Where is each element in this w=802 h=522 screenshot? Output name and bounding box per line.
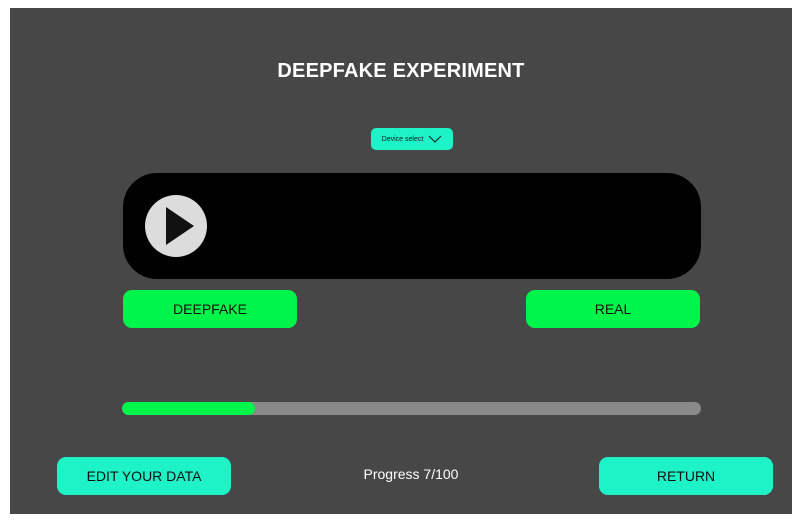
- chevron-down-icon: [428, 135, 442, 143]
- play-icon[interactable]: [144, 194, 208, 258]
- return-button[interactable]: RETURN: [599, 457, 773, 495]
- real-button[interactable]: REAL: [526, 290, 700, 328]
- video-player: [123, 173, 701, 279]
- edit-data-button[interactable]: EDIT YOUR DATA: [57, 457, 231, 495]
- progress-bar-fill: [122, 402, 256, 415]
- device-select-dropdown[interactable]: Device select: [371, 128, 453, 150]
- deepfake-button[interactable]: DEEPFAKE: [123, 290, 297, 328]
- progress-bar: [122, 402, 701, 415]
- device-select-label: Device select: [381, 135, 424, 143]
- page-title: DEEPFAKE EXPERIMENT: [277, 60, 525, 82]
- progress-label: Progress 7/100: [363, 466, 459, 482]
